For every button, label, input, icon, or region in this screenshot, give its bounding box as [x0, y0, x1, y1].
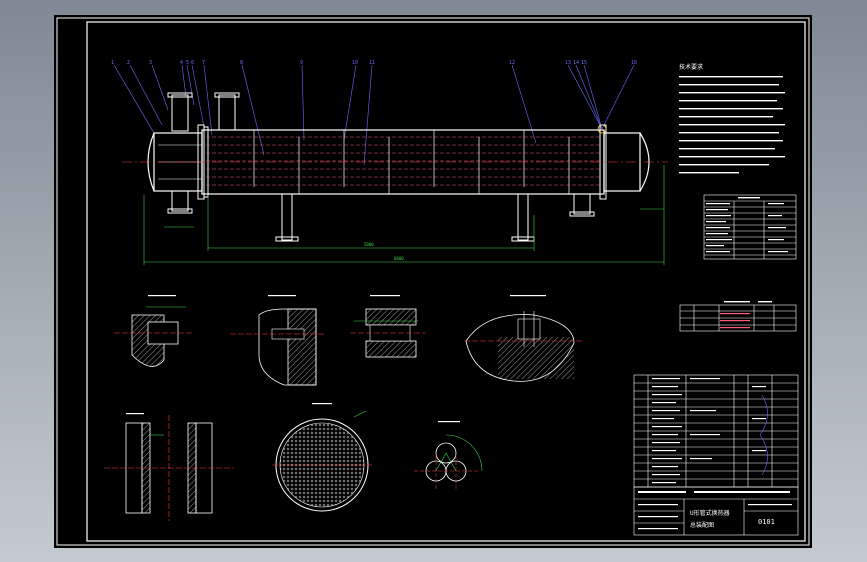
cad-drawing: 123 456 789 10 11 12 13 14 15 16 8800 50… — [56, 17, 810, 546]
svg-text:3: 3 — [149, 60, 152, 66]
svg-text:2: 2 — [127, 60, 130, 66]
svg-text:8: 8 — [240, 60, 243, 66]
detail-view-3 — [350, 295, 426, 358]
svg-text:6: 6 — [191, 60, 194, 66]
svg-text:11: 11 — [369, 60, 375, 66]
technical-notes: 技术要求 — [679, 63, 785, 174]
svg-text:4: 4 — [180, 60, 183, 66]
svg-text:5: 5 — [186, 60, 189, 66]
tubesheet-view — [272, 403, 372, 512]
parts-list — [633, 374, 799, 488]
parts-list-text — [652, 378, 766, 484]
flange-pair-view — [104, 413, 234, 521]
svg-text:10: 10 — [352, 60, 358, 66]
svg-text:13: 13 — [565, 60, 571, 66]
drawing-name-line-2: 总装配图 — [690, 521, 714, 529]
svg-text:1: 1 — [111, 60, 114, 66]
drawing-sheet: 123 456 789 10 11 12 13 14 15 16 8800 50… — [54, 15, 812, 548]
exchanger-elevation: 123 456 789 10 11 12 13 14 15 16 8800 50… — [111, 60, 668, 265]
detail-view-2 — [230, 295, 324, 386]
svg-text:14: 14 — [573, 60, 579, 66]
svg-text:7: 7 — [202, 60, 205, 66]
characteristics-text — [706, 197, 788, 253]
detail-view-1 — [114, 295, 194, 367]
svg-text:15: 15 — [581, 60, 587, 66]
svg-text:12: 12 — [509, 60, 515, 66]
svg-text:8800: 8800 — [394, 256, 404, 261]
drawing-name-line-1: U形管式换热器 — [690, 509, 730, 517]
svg-text:5000: 5000 — [364, 242, 374, 247]
notes-heading: 技术要求 — [679, 63, 703, 71]
detail-view-4 — [464, 295, 584, 382]
drawing-number: 0101 — [758, 518, 775, 526]
svg-text:16: 16 — [631, 60, 637, 66]
tube-pattern-view — [414, 421, 483, 491]
svg-text:9: 9 — [300, 60, 303, 66]
